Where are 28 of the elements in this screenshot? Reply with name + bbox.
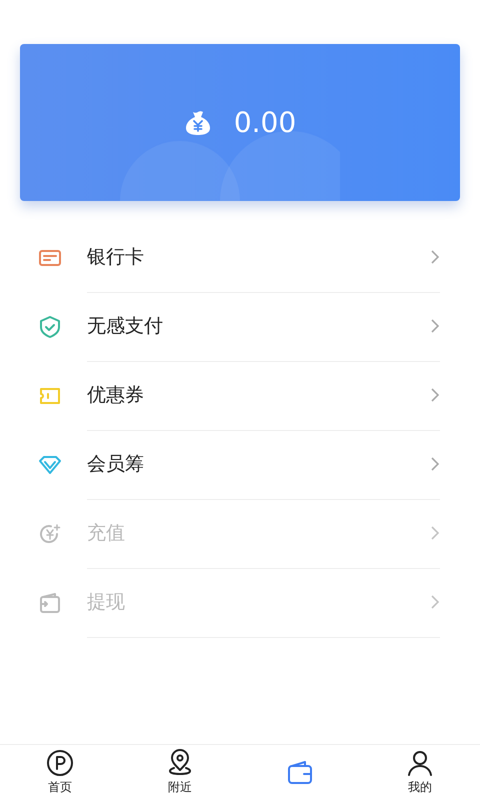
menu-item[interactable]: 优惠券: [0, 361, 480, 430]
nav-tab[interactable]: 附近: [120, 745, 240, 800]
chevron-right-icon: [430, 249, 440, 265]
location-pin-icon: [166, 749, 194, 777]
money-bag-icon: [184, 108, 212, 136]
parking-icon: [46, 749, 74, 777]
person-icon: [406, 749, 434, 777]
shield-check-icon: [38, 314, 62, 338]
wallet-icon: [38, 590, 62, 614]
nav-tab[interactable]: 首页: [0, 745, 120, 800]
chevron-right-icon: [430, 594, 440, 610]
menu-label: 提现: [87, 590, 126, 615]
menu-item[interactable]: 会员筹: [0, 430, 480, 499]
chevron-right-icon: [430, 525, 440, 541]
menu-label: 无感支付: [87, 314, 164, 339]
chevron-right-icon: [430, 456, 440, 472]
coin-plus-icon: [38, 522, 62, 546]
balance-amount: 0.00: [234, 106, 296, 139]
wallet-icon: [286, 758, 314, 786]
menu-label: 银行卡: [87, 245, 145, 270]
menu-label: 充值: [87, 521, 126, 546]
menu-label: 会员筹: [87, 452, 145, 477]
menu-label: 优惠券: [87, 383, 145, 408]
chevron-right-icon: [430, 318, 440, 334]
chevron-right-icon: [430, 387, 440, 403]
menu-item[interactable]: 无感支付: [0, 292, 480, 361]
nav-tab[interactable]: 我的: [360, 745, 480, 800]
menu-item[interactable]: 银行卡: [0, 223, 480, 292]
